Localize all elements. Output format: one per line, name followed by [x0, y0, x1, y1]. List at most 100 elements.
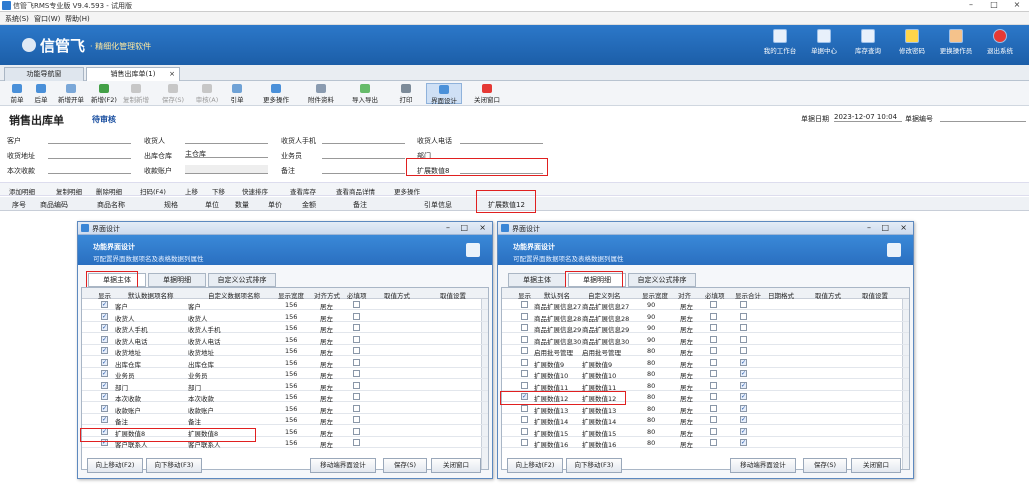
custom-name-cell[interactable]: 商品扩展信息29 [582, 324, 629, 334]
tab-close-icon[interactable]: × [169, 68, 175, 80]
align-cell[interactable]: 居左 [320, 359, 333, 369]
align-cell[interactable]: 居左 [680, 324, 693, 334]
doc-center-button[interactable]: 单据中心 [800, 29, 848, 63]
default-name-cell[interactable]: 扩展数值13 [534, 405, 568, 415]
align-cell[interactable]: 居左 [320, 405, 333, 415]
required-checkbox[interactable] [710, 347, 717, 354]
custom-name-cell[interactable]: 扩展数值15 [582, 428, 616, 438]
table-row[interactable]: 扩展数值16 扩展数值16 80 居左 ✓ [502, 437, 909, 449]
align-cell[interactable]: 居左 [320, 336, 333, 346]
default-name-cell[interactable]: 扩展数值16 [534, 439, 568, 449]
width-cell[interactable]: 156 [285, 393, 297, 401]
sum-checkbox[interactable]: ✓ [740, 381, 747, 389]
table-row[interactable]: ✓ 备注 备注 156 居左 [82, 414, 488, 426]
dialog-save-button[interactable]: 保存(S) [803, 458, 847, 473]
tab-custom-sort[interactable]: 自定义公式排序 [628, 273, 696, 287]
default-name-cell[interactable]: 收货人电话 [115, 336, 148, 346]
quick-sort-button[interactable]: 快速排序 [242, 186, 268, 196]
custom-name-cell[interactable]: 扩展数值10 [582, 370, 616, 380]
custom-name-cell[interactable]: 扩展数值9 [582, 359, 612, 369]
align-cell[interactable]: 居左 [680, 359, 693, 369]
default-name-cell[interactable]: 扩展数值14 [534, 416, 568, 426]
delete-detail-button[interactable]: 删除明细 [96, 186, 122, 196]
width-cell[interactable]: 156 [285, 347, 297, 355]
ui-design-button[interactable]: 界面设计 [426, 83, 462, 105]
default-name-cell[interactable]: 收货地址 [115, 347, 141, 357]
move-up-f2-button[interactable]: 向上移动(F2) [507, 458, 563, 473]
custom-name-cell[interactable]: 收款账户 [188, 405, 214, 415]
show-checkbox[interactable]: ✓ [101, 335, 108, 343]
account-field[interactable] [185, 165, 268, 174]
align-cell[interactable]: 居左 [320, 428, 333, 438]
align-cell[interactable]: 居左 [320, 301, 333, 311]
show-checkbox[interactable] [521, 381, 528, 389]
width-cell[interactable]: 80 [647, 439, 655, 447]
col-ref-info[interactable]: 引单信息 [424, 200, 452, 210]
table-row[interactable]: 商品扩展信息27 商品扩展信息27 90 居左 [502, 299, 909, 311]
sum-checkbox[interactable]: ✓ [740, 358, 747, 366]
table-row[interactable]: 商品扩展信息29 商品扩展信息29 90 居左 [502, 322, 909, 334]
dialog-close-icon[interactable]: × [479, 223, 486, 232]
width-cell[interactable]: 80 [647, 405, 655, 413]
width-cell[interactable]: 90 [647, 336, 655, 344]
show-checkbox[interactable]: ✓ [101, 393, 108, 400]
sum-checkbox[interactable]: ✓ [740, 439, 747, 446]
required-checkbox[interactable] [353, 393, 360, 400]
col-code[interactable]: 商品编码 [40, 200, 68, 210]
table-row[interactable]: 扩展数值9 扩展数值9 80 居左 ✓ [502, 357, 909, 369]
show-checkbox[interactable] [521, 416, 528, 423]
copy-detail-button[interactable]: 复制明细 [56, 186, 82, 196]
table-row[interactable]: 扩展数值10 扩展数值10 80 居左 ✓ [502, 368, 909, 380]
align-cell[interactable]: 居左 [320, 313, 333, 323]
col-spec[interactable]: 规格 [164, 200, 178, 210]
default-name-cell[interactable]: 商品扩展信息28 [534, 313, 581, 323]
tab-custom-sort[interactable]: 自定义公式排序 [208, 273, 276, 287]
custom-name-cell[interactable]: 出库仓库 [188, 359, 214, 369]
required-checkbox[interactable] [710, 312, 717, 320]
view-stock-button[interactable]: 查看库存 [290, 186, 316, 196]
required-checkbox[interactable] [710, 381, 717, 389]
sum-checkbox[interactable]: ✓ [740, 404, 747, 412]
custom-name-cell[interactable]: 商品扩展信息30 [582, 336, 629, 346]
default-name-cell[interactable]: 扩展数值9 [534, 359, 564, 369]
required-checkbox[interactable] [710, 358, 717, 366]
show-checkbox[interactable]: ✓ [101, 416, 108, 423]
prev-doc-button[interactable]: 前单 [4, 83, 30, 104]
align-cell[interactable]: 居左 [680, 405, 693, 415]
add-button[interactable]: 新增(F2) [89, 83, 119, 104]
col-seq[interactable]: 序号 [12, 200, 26, 210]
required-checkbox[interactable] [353, 427, 360, 435]
width-cell[interactable]: 80 [647, 370, 655, 378]
required-checkbox[interactable] [353, 312, 360, 320]
col-price[interactable]: 单价 [268, 200, 282, 210]
table-row[interactable]: 商品扩展信息28 商品扩展信息28 90 居左 [502, 311, 909, 323]
show-checkbox[interactable] [521, 358, 528, 366]
table-row[interactable]: ✓ 客户 客户 156 居左 [82, 299, 488, 311]
custom-name-cell[interactable]: 商品扩展信息28 [582, 313, 629, 323]
required-checkbox[interactable] [353, 404, 360, 412]
width-cell[interactable]: 156 [285, 439, 297, 447]
minimize-icon[interactable]: – [960, 0, 982, 11]
custom-name-cell[interactable]: 启用批号管理 [582, 347, 621, 357]
required-checkbox[interactable] [710, 324, 717, 331]
move-down-button[interactable]: 下移 [212, 186, 225, 196]
stock-query-button[interactable]: 库存查询 [844, 29, 892, 63]
switch-operator-button[interactable]: 更换操作员 [932, 29, 980, 63]
salesman-field[interactable] [322, 150, 405, 159]
required-checkbox[interactable] [710, 335, 717, 343]
save-button[interactable]: 保存(S) [160, 83, 186, 104]
width-cell[interactable]: 80 [647, 428, 655, 436]
align-cell[interactable]: 居左 [320, 324, 333, 334]
doc-date-field[interactable]: 2023-12-07 10:04 [834, 113, 902, 122]
tab-doc-main[interactable]: 单据主体 [508, 273, 566, 287]
detail-more-ops-button[interactable]: 更多操作 [394, 186, 420, 196]
required-checkbox[interactable] [710, 416, 717, 423]
custom-name-cell[interactable]: 收货人 [188, 313, 208, 323]
show-checkbox[interactable]: ✓ [101, 324, 108, 331]
default-name-cell[interactable]: 出库仓库 [115, 359, 141, 369]
workbench-button[interactable]: 我的工作台 [756, 29, 804, 63]
width-cell[interactable]: 156 [285, 428, 297, 436]
sum-checkbox[interactable]: ✓ [740, 427, 747, 435]
custom-name-cell[interactable]: 扩展数值11 [582, 382, 616, 392]
table-row[interactable]: ✓ 收款账户 收款账户 156 居左 [82, 403, 488, 415]
